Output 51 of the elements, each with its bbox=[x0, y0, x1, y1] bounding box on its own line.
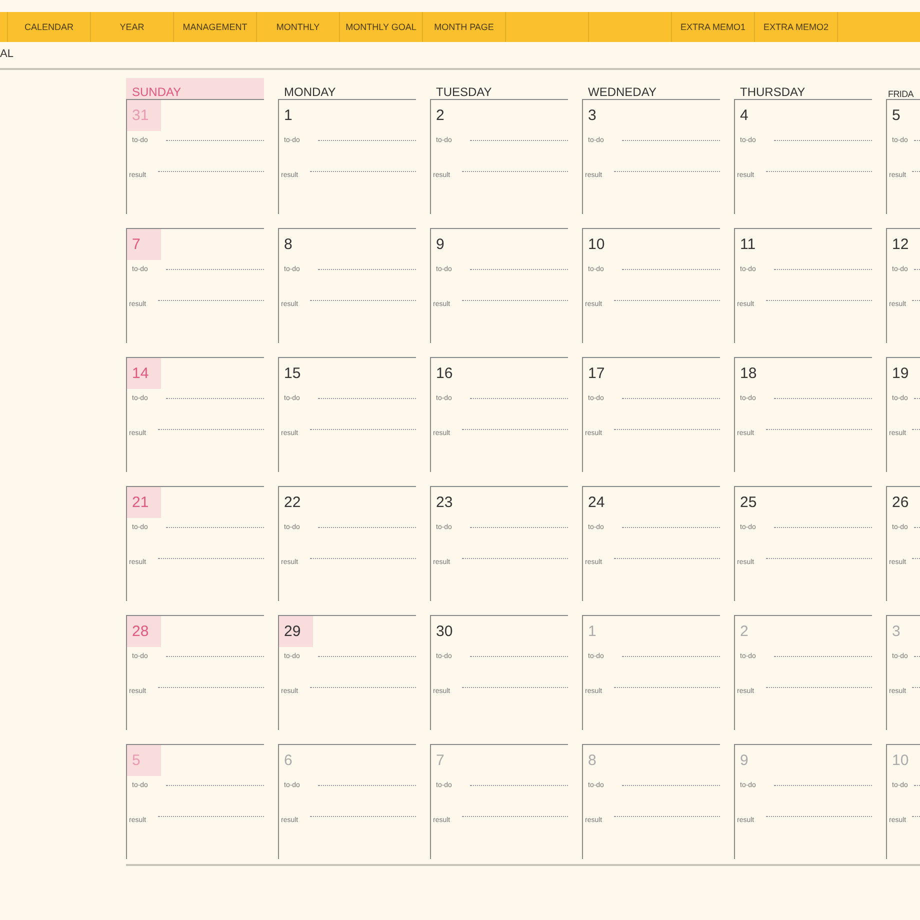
weekday-header: SUNDAY bbox=[126, 78, 264, 99]
day-number: 21 bbox=[127, 487, 161, 518]
day-number: 23 bbox=[435, 493, 454, 513]
day-number: 31 bbox=[127, 100, 161, 131]
day-number: 8 bbox=[283, 235, 294, 255]
day-number: 19 bbox=[891, 364, 910, 384]
day-number: 9 bbox=[739, 751, 750, 771]
day-number: 14 bbox=[127, 358, 161, 389]
day-number: 7 bbox=[435, 751, 446, 771]
day-number: 2 bbox=[739, 622, 750, 642]
day-number: 16 bbox=[435, 364, 454, 384]
day-number: 1 bbox=[283, 106, 294, 126]
weekday-header: WEDNEDAY bbox=[587, 84, 658, 99]
day-number: 22 bbox=[283, 493, 302, 513]
nav-tab[interactable]: MANAGEMENT bbox=[174, 12, 257, 42]
day-number: 30 bbox=[435, 622, 454, 642]
day-number: 12 bbox=[891, 235, 910, 255]
day-number: 1 bbox=[587, 622, 598, 642]
weekday-header: FRIDA bbox=[887, 88, 915, 99]
day-number: 5 bbox=[891, 106, 902, 126]
day-number: 8 bbox=[587, 751, 598, 771]
day-number: 3 bbox=[891, 622, 902, 642]
nav-tab[interactable]: CALENDAR bbox=[8, 12, 91, 42]
weekday-header: THURSDAY bbox=[739, 84, 806, 99]
day-number: 28 bbox=[127, 616, 161, 647]
day-number: 7 bbox=[127, 229, 161, 260]
day-number: 2 bbox=[435, 106, 446, 126]
nav-tab[interactable]: MONTHLY bbox=[257, 12, 340, 42]
day-number: 10 bbox=[587, 235, 606, 255]
day-number: 15 bbox=[283, 364, 302, 384]
nav-tab[interactable]: MONTH PAGE bbox=[423, 12, 506, 42]
day-number: 10 bbox=[891, 751, 910, 771]
day-number: 24 bbox=[587, 493, 606, 513]
weekday-header: TUESDAY bbox=[435, 84, 493, 99]
day-number: 17 bbox=[587, 364, 606, 384]
weekday-header: MONDAY bbox=[283, 84, 337, 99]
page-title: AL bbox=[0, 48, 14, 60]
day-number: 29 bbox=[279, 616, 313, 647]
nav-tab[interactable]: YEAR bbox=[91, 12, 174, 42]
day-number: 9 bbox=[435, 235, 446, 255]
nav-tab[interactable]: MONTHLY GOAL bbox=[340, 12, 423, 42]
day-number: 11 bbox=[739, 235, 757, 255]
day-number: 25 bbox=[739, 493, 758, 513]
nav-tab[interactable]: EXTRA MEMO1 bbox=[672, 12, 755, 42]
day-number: 3 bbox=[587, 106, 598, 126]
day-number: 6 bbox=[283, 751, 294, 771]
day-number: 5 bbox=[127, 745, 161, 776]
day-number: 18 bbox=[739, 364, 758, 384]
nav-tab[interactable]: EXTRA MEMO2 bbox=[755, 12, 838, 42]
day-number: 4 bbox=[739, 106, 750, 126]
day-number: 26 bbox=[891, 493, 910, 513]
